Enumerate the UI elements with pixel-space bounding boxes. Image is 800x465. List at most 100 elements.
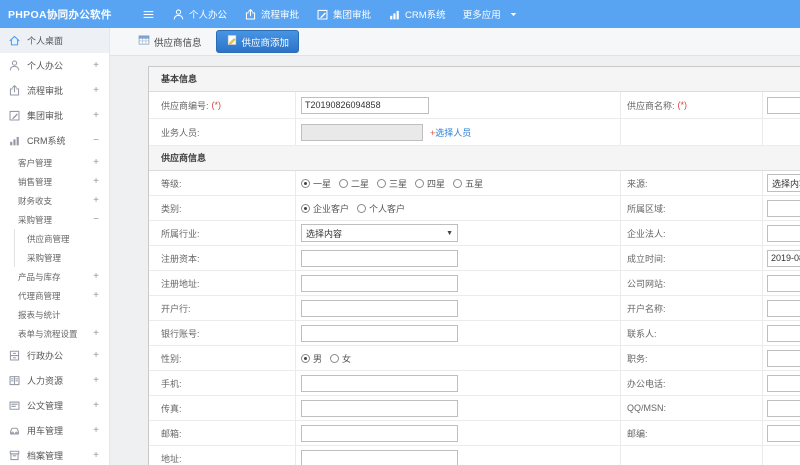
text-input[interactable] <box>301 299 458 317</box>
radio-icon[interactable] <box>330 353 340 363</box>
sidebar-item[interactable]: 个人办公 + <box>0 53 109 78</box>
field-label: 成立时间: <box>627 253 666 264</box>
radio-option-label: 三星 <box>389 178 408 189</box>
topnav-item-2[interactable]: 集团审批 <box>316 7 371 21</box>
text-input[interactable] <box>767 374 800 392</box>
sidebar-subitem[interactable]: 代理商管理 + <box>0 286 109 305</box>
text-input[interactable] <box>301 374 458 392</box>
expand-marker[interactable]: + <box>93 85 99 96</box>
text-input[interactable] <box>767 249 800 267</box>
text-input[interactable] <box>767 96 800 114</box>
text-input[interactable] <box>301 96 429 114</box>
text-input[interactable] <box>301 424 458 442</box>
topnav-item-4[interactable]: 更多应用 <box>463 7 520 21</box>
sidebar-subitem[interactable]: 产品与库存 + <box>0 267 109 286</box>
expand-marker[interactable]: + <box>93 195 99 206</box>
expand-marker[interactable]: + <box>93 60 99 71</box>
tab-supplier-add[interactable]: 供应商添加 <box>215 30 300 53</box>
radio-icon[interactable] <box>301 353 310 363</box>
sidebar-item[interactable]: 集团审批 + <box>0 103 109 128</box>
topnav-label: 集团审批 <box>333 10 372 21</box>
radio-option[interactable]: 女 <box>330 352 351 365</box>
sidebar-item[interactable]: 档案管理 + <box>0 443 109 465</box>
tab-supplier-info[interactable]: 供应商信息 <box>134 31 206 52</box>
sidebar-subitem[interactable]: 采购管理 − <box>0 210 109 229</box>
expand-marker[interactable]: + <box>93 425 99 436</box>
radio-option[interactable]: 四星 <box>415 177 445 190</box>
text-input[interactable] <box>767 424 800 442</box>
text-input[interactable] <box>301 274 458 292</box>
text-input[interactable] <box>767 324 800 342</box>
topnav-item-3[interactable]: CRM系统 <box>388 7 446 21</box>
expand-marker[interactable]: − <box>93 214 99 225</box>
text-input[interactable] <box>767 274 800 292</box>
select-dropdown[interactable]: 选择内容▼ <box>301 224 458 242</box>
sidebar-subsubitem[interactable]: 供应商管理 <box>15 229 109 248</box>
text-input[interactable] <box>301 399 458 417</box>
radio-icon[interactable] <box>301 178 310 188</box>
sidebar-item[interactable]: 人力资源 + <box>0 368 109 393</box>
sidebar-item[interactable]: CRM系统 − <box>0 128 109 153</box>
radio-option[interactable]: 企业客户 <box>301 202 349 215</box>
expand-marker[interactable]: + <box>93 176 99 187</box>
radio-option-label: 四星 <box>427 178 446 189</box>
field-label: 企业法人: <box>627 228 666 239</box>
radio-option[interactable]: 五星 <box>453 177 483 190</box>
menu-toggle-icon[interactable] <box>142 8 155 21</box>
expand-marker[interactable]: + <box>93 290 99 301</box>
expand-marker[interactable]: + <box>93 375 99 386</box>
radio-icon[interactable] <box>301 203 310 213</box>
form-row: 业务人员: +选择人员 <box>149 119 800 146</box>
sidebar-item[interactable]: 行政办公 + <box>0 343 109 368</box>
topnav-item-1[interactable]: 流程审批 <box>244 7 299 21</box>
text-input[interactable] <box>767 349 800 367</box>
topnav-item-0[interactable]: 个人办公 <box>172 7 227 21</box>
expand-marker[interactable]: + <box>93 328 99 339</box>
sidebar-item[interactable]: 个人桌面 <box>0 28 109 53</box>
radio-icon[interactable] <box>453 178 463 188</box>
expand-marker[interactable]: − <box>93 135 99 146</box>
expand-marker[interactable]: + <box>93 110 99 121</box>
top-navigation: 个人办公 流程审批 集团审批 CRM系统 更多应用 <box>172 7 520 21</box>
sidebar-item[interactable]: 公文管理 + <box>0 393 109 418</box>
text-input[interactable] <box>767 224 800 242</box>
radio-option[interactable]: 三星 <box>377 177 407 190</box>
sidebar-item[interactable]: 流程审批 + <box>0 78 109 103</box>
field-label: 邮箱: <box>161 428 182 439</box>
radio-icon[interactable] <box>357 203 367 213</box>
expand-marker[interactable]: + <box>93 350 99 361</box>
text-input[interactable] <box>767 299 800 317</box>
sidebar-subsubitem[interactable]: 采购管理 <box>15 248 109 267</box>
radio-icon[interactable] <box>377 178 387 188</box>
sidebar-subitem[interactable]: 财务收支 + <box>0 191 109 210</box>
expand-marker[interactable]: + <box>93 271 99 282</box>
select-person-link[interactable]: +选择人员 <box>430 126 471 139</box>
radio-option[interactable]: 一星 <box>301 177 331 190</box>
select-dropdown[interactable]: 选择内容▼ <box>767 174 800 192</box>
sidebar-subitem[interactable]: 客户管理 + <box>0 153 109 172</box>
text-input[interactable] <box>301 123 423 141</box>
expand-marker[interactable]: + <box>93 400 99 411</box>
text-input[interactable] <box>301 449 458 465</box>
text-input[interactable] <box>767 399 800 417</box>
field-label-cell <box>621 446 763 465</box>
sidebar-item[interactable]: 用车管理 + <box>0 418 109 443</box>
text-input[interactable] <box>301 324 458 342</box>
expand-marker[interactable]: + <box>93 450 99 461</box>
expand-marker[interactable]: + <box>93 157 99 168</box>
sidebar-subitem[interactable]: 表单与流程设置 + <box>0 324 109 343</box>
topnav-label: CRM系统 <box>405 10 446 21</box>
sidebar-subitem[interactable]: 报表与统计 <box>0 305 109 324</box>
text-input[interactable] <box>767 199 800 217</box>
radio-icon[interactable] <box>339 178 349 188</box>
sidebar-subitem[interactable]: 销售管理 + <box>0 172 109 191</box>
radio-icon[interactable] <box>415 178 425 188</box>
radio-option[interactable]: 男 <box>301 352 322 365</box>
app-logo: PHPOA协同办公软件 <box>8 8 112 21</box>
field-label: QQ/MSN: <box>627 403 667 413</box>
radio-option[interactable]: 二星 <box>339 177 369 190</box>
select-person-link-label: 选择人员 <box>435 127 472 138</box>
text-input[interactable] <box>301 249 458 267</box>
radio-option[interactable]: 个人客户 <box>357 202 405 215</box>
doc-icon <box>8 399 21 412</box>
